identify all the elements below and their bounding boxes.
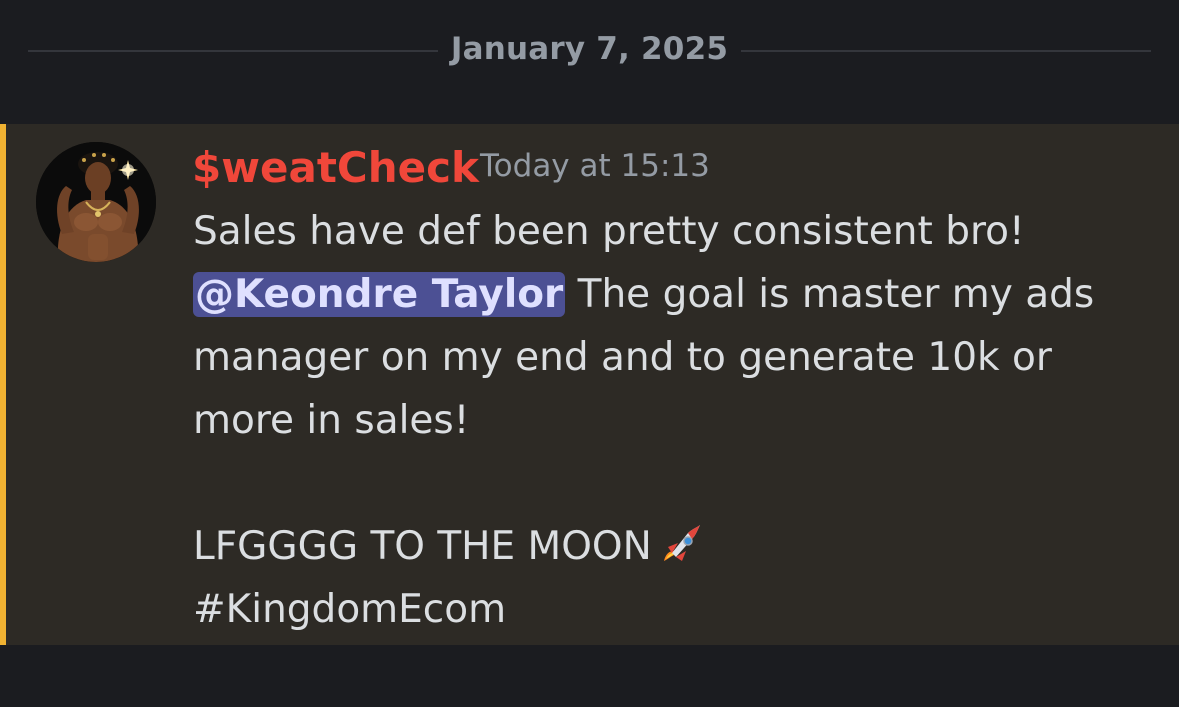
date-divider-label: January 7, 2025 — [450, 31, 729, 67]
message-text: LFGGGG TO THE MOON — [193, 524, 652, 569]
divider-line-right — [741, 50, 1151, 52]
username[interactable]: $weatCheck — [192, 143, 479, 192]
message-line[interactable]: #KingdomEcom — [193, 578, 1133, 641]
user-mention[interactable]: @Keondre Taylor — [193, 272, 566, 317]
message-line: Sales have def been pretty consistent br… — [193, 209, 1025, 254]
message-item[interactable]: $weatCheck Today at 15:13 Sales have def… — [0, 124, 1179, 645]
message-line: @Keondre Taylor The goal is master my ad… — [193, 263, 1133, 326]
message-line: manager on my end and to generate 10k or — [193, 335, 1052, 380]
message-line: more in sales! — [193, 398, 470, 443]
message-text: The goal is master my ads — [565, 272, 1095, 317]
divider-line-left — [28, 50, 438, 52]
message-content: Sales have def been pretty consistent br… — [193, 200, 1133, 641]
mention-highlight-bar — [0, 124, 6, 645]
message-timestamp[interactable]: Today at 15:13 — [480, 148, 710, 184]
message-line: LFGGGG TO THE MOON — [193, 515, 1133, 578]
avatar[interactable] — [36, 142, 156, 262]
avatar-image — [36, 142, 156, 262]
rocket-icon — [658, 521, 704, 586]
date-divider: January 7, 2025 — [0, 0, 1179, 124]
